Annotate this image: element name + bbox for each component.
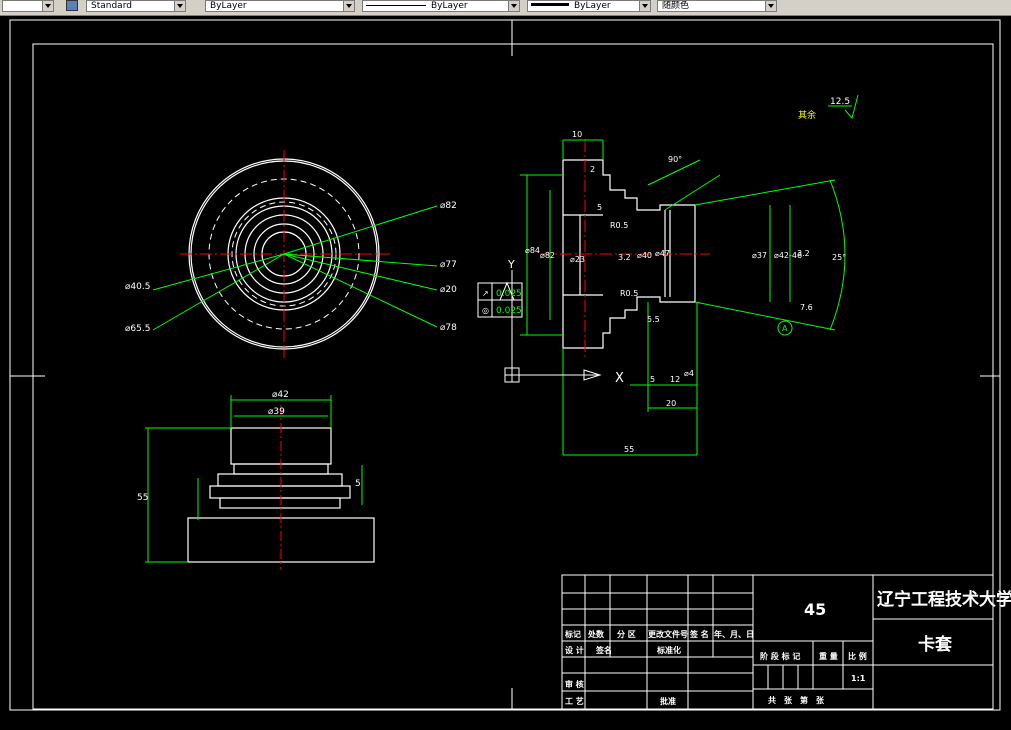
dim-label: ⌀84 (525, 246, 540, 255)
chevron-down-icon[interactable] (765, 1, 776, 11)
dim-label: 55 (624, 445, 634, 454)
properties-toolbar: Standard ByLayer ByLayer ByLayer 随颜色 (0, 0, 1011, 16)
roughness-value: 12.5 (830, 97, 850, 107)
title-cell: 工 艺 (565, 696, 584, 706)
ucs-y-label: Y (507, 258, 515, 271)
title-cell: 标记 (564, 629, 581, 639)
front-view: ⌀42 ⌀39 55 5 (137, 390, 375, 570)
dim-label: ⌀77 (440, 260, 457, 270)
chevron-down-icon[interactable] (639, 1, 650, 11)
tolerance-symbol: ↗ (482, 289, 489, 298)
text-style-value: Standard (91, 1, 132, 11)
layer-dropdown[interactable]: ByLayer (205, 0, 355, 12)
title-cell: 签 名 (689, 629, 709, 639)
layer-value: ByLayer (210, 1, 247, 11)
dim-label: 90° (668, 155, 682, 164)
lineweight-dropdown[interactable]: ByLayer (527, 0, 651, 12)
ucs-x-label: X (615, 371, 624, 386)
linetype-value: ByLayer (431, 1, 468, 11)
dim-label: 20 (666, 399, 676, 408)
dim-label: ⌀82 (440, 201, 457, 211)
datum-label: A (782, 324, 788, 333)
dim-label: ⌀40.5 (125, 282, 150, 292)
tolerance-value: 0.025 (496, 306, 522, 316)
toolbar-left-dropdown[interactable] (2, 0, 54, 12)
material-label: 45 (804, 600, 826, 619)
text-style-icon[interactable] (66, 0, 78, 11)
title-cell: 比 例 (848, 651, 867, 661)
dim-label: R0.5 (610, 221, 628, 230)
title-block: 标记 处数 分 区 更改文件号 签 名 年、月、日 设 计 签名 标准化 审 核… (561, 574, 1011, 710)
lineweight-preview (531, 3, 569, 6)
title-cell: 分 区 (617, 629, 636, 639)
chevron-down-icon[interactable] (174, 1, 185, 11)
dim-label: ⌀40 (637, 251, 652, 260)
title-cell: 阶 段 标 记 (760, 651, 800, 661)
dim-label: ⌀39 (268, 407, 285, 417)
dim-label: ⌀42 (272, 390, 289, 400)
school-name: 辽宁工程技术大学 (877, 589, 1011, 610)
dim-label: 3.2 (618, 253, 631, 262)
dim-label: R0.5 (620, 289, 638, 298)
title-cell: 1:1 (851, 674, 866, 683)
dim-label: 3.2 (797, 249, 810, 258)
dim-label: ⌀47 (655, 249, 670, 258)
dim-label: ⌀65.5 (125, 324, 150, 334)
dim-label: ⌀4 (684, 369, 694, 378)
section-view: 10 2 90° 5 R0.5 R0.5 3.2 5.5 ⌀84 ⌀82 ⌀23… (477, 94, 859, 456)
drawing-frame (9, 19, 1001, 711)
title-cell: 处数 (587, 629, 605, 639)
title-cell: 签名 (595, 645, 612, 655)
title-cell: 更改文件号 (648, 629, 688, 639)
title-cell: 设 计 (565, 645, 584, 655)
color-dropdown[interactable]: 随颜色 (657, 0, 777, 12)
part-name: 卡套 (918, 634, 953, 655)
title-cell: 审 核 (565, 679, 584, 689)
dim-label: 10 (572, 130, 582, 139)
dim-label: ⌀37 (752, 251, 767, 260)
chevron-down-icon[interactable] (343, 1, 354, 11)
chevron-down-icon[interactable] (42, 1, 53, 11)
lineweight-value: ByLayer (574, 1, 611, 11)
title-cell: 共 张 第 张 (768, 695, 825, 705)
dim-label: 55 (137, 493, 148, 503)
dim-label: ⌀78 (440, 323, 457, 333)
color-value: 随颜色 (662, 1, 690, 11)
dim-label: ⌀82 (540, 251, 555, 260)
drawing-canvas[interactable]: ⌀82 ⌀77 ⌀20 ⌀78 ⌀40.5 ⌀65.5 10 2 90° 5 R… (0, 16, 1011, 730)
dim-label: 12 (670, 375, 680, 384)
dim-label: 5 (355, 479, 361, 489)
dim-label: 5.5 (647, 315, 660, 324)
linetype-preview (366, 5, 426, 6)
text-style-dropdown[interactable]: Standard (86, 0, 186, 12)
dim-label: 25° (832, 253, 846, 262)
roughness-label: 其余 (798, 109, 816, 121)
title-cell: 标准化 (656, 645, 681, 655)
dim-label: 2 (590, 165, 595, 174)
tolerance-symbol: ◎ (482, 306, 489, 315)
dim-label: 5 (650, 375, 655, 384)
dim-label: 7.6 (800, 303, 813, 312)
tolerance-value: 0.025 (496, 289, 522, 299)
dim-label: ⌀23 (570, 255, 585, 264)
dim-label: 5 (597, 203, 602, 212)
title-cell: 年、月、日 (714, 629, 754, 639)
linetype-dropdown[interactable]: ByLayer (362, 0, 520, 12)
title-cell: 批准 (660, 696, 676, 706)
title-cell: 重 量 (819, 651, 838, 661)
top-view: ⌀82 ⌀77 ⌀20 ⌀78 ⌀40.5 ⌀65.5 (125, 150, 457, 358)
dim-label: ⌀20 (440, 285, 457, 295)
chevron-down-icon[interactable] (508, 1, 519, 11)
